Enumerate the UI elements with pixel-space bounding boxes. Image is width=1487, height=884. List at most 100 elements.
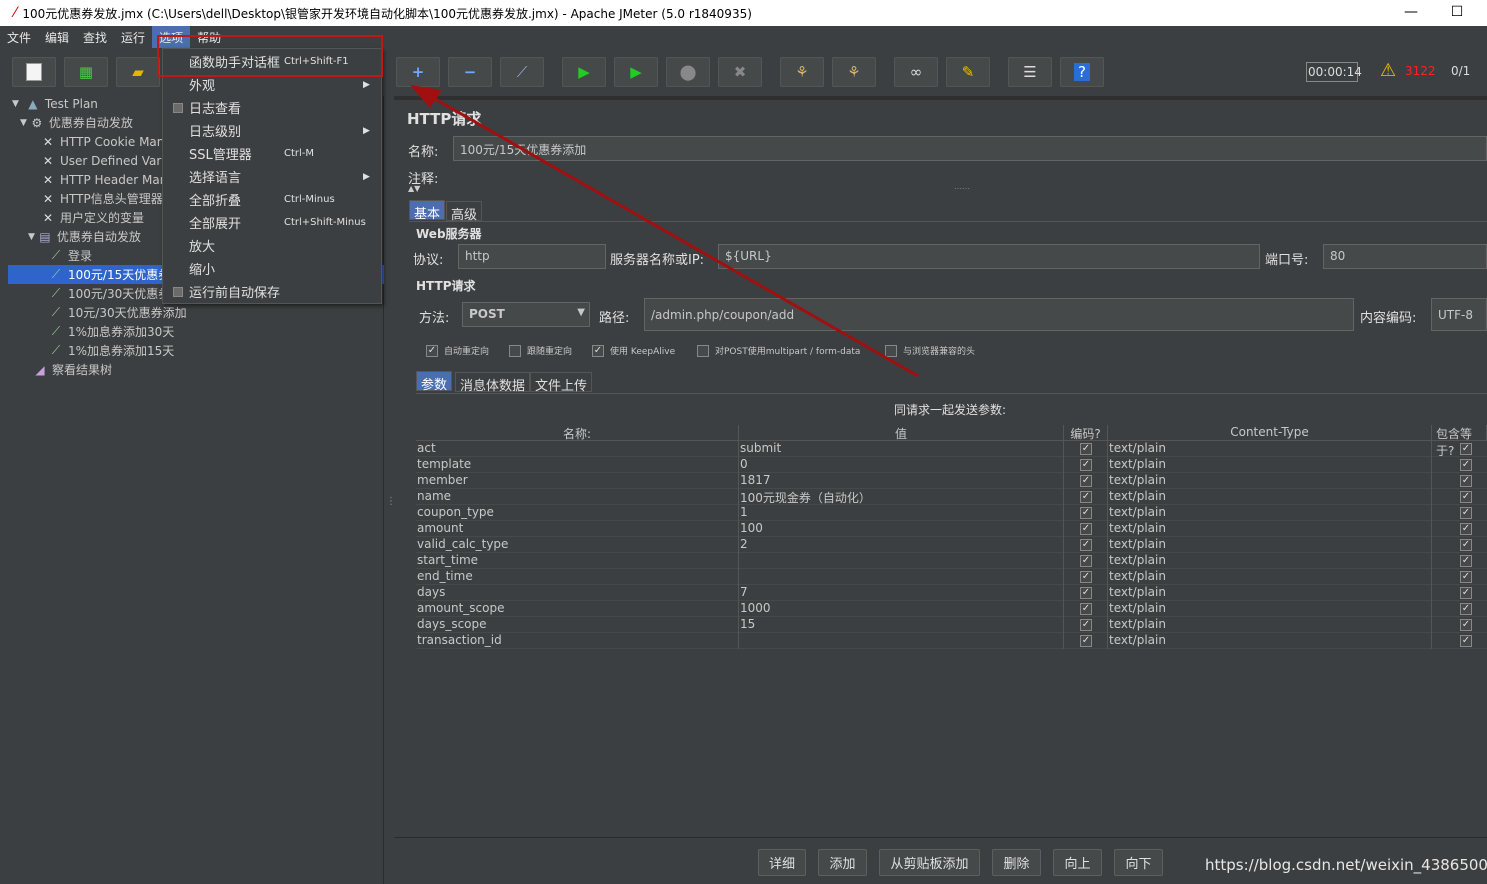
- include-equals-checkbox[interactable]: ✓: [1460, 443, 1472, 455]
- param-content-type[interactable]: text/plain: [1108, 537, 1432, 553]
- encode-checkbox[interactable]: ✓: [1080, 635, 1092, 647]
- param-value[interactable]: submit: [739, 441, 1064, 457]
- menu-search[interactable]: 查找: [76, 26, 114, 48]
- browser-headers-checkbox[interactable]: [885, 344, 897, 357]
- include-equals-checkbox[interactable]: ✓: [1460, 619, 1472, 631]
- help-button[interactable]: ?: [1060, 57, 1104, 87]
- param-name[interactable]: transaction_id: [416, 633, 739, 649]
- param-content-type[interactable]: text/plain: [1108, 473, 1432, 489]
- port-input[interactable]: 80: [1323, 244, 1487, 269]
- tree-node-login[interactable]: ⟋ 登录: [48, 246, 92, 265]
- multipart-checkbox[interactable]: [697, 344, 709, 357]
- stop-button[interactable]: ⬤: [666, 57, 710, 87]
- param-value[interactable]: [739, 569, 1064, 585]
- move-up-button[interactable]: 向上: [1053, 849, 1102, 876]
- param-name[interactable]: amount: [416, 521, 739, 537]
- param-content-type[interactable]: text/plain: [1108, 585, 1432, 601]
- tree-node-user-defined-vars[interactable]: ✕ User Defined Varia: [40, 151, 172, 170]
- tab-advanced[interactable]: 高级: [446, 201, 483, 223]
- auto-redirect-checkbox[interactable]: ✓: [426, 344, 438, 357]
- include-equals-checkbox[interactable]: ✓: [1460, 475, 1472, 487]
- menu-item-ssl-manager[interactable]: SSL管理器 Ctrl-M: [163, 142, 381, 165]
- warning-count[interactable]: 3122: [1405, 64, 1436, 78]
- tab-body-data[interactable]: 消息体数据: [455, 372, 531, 394]
- table-row[interactable]: amount_scope 1000 ✓ text/plain ✓: [416, 601, 1487, 617]
- include-equals-checkbox[interactable]: ✓: [1460, 539, 1472, 551]
- save-before-run-checkbox[interactable]: [173, 286, 183, 297]
- reset-search-button[interactable]: ✎: [946, 57, 990, 87]
- open-button[interactable]: ▰: [116, 57, 160, 87]
- table-row[interactable]: valid_calc_type 2 ✓ text/plain ✓: [416, 537, 1487, 553]
- param-value[interactable]: 100: [739, 521, 1064, 537]
- function-helper-button[interactable]: ☰: [1008, 57, 1052, 87]
- include-equals-checkbox[interactable]: ✓: [1460, 571, 1472, 583]
- table-row[interactable]: start_time ✓ text/plain ✓: [416, 553, 1487, 569]
- delete-button[interactable]: 删除: [992, 849, 1041, 876]
- table-row[interactable]: days_scope 15 ✓ text/plain ✓: [416, 617, 1487, 633]
- tree-node-results-tree[interactable]: ◢ 察看结果树: [32, 360, 112, 379]
- param-value[interactable]: 1: [739, 505, 1064, 521]
- table-row[interactable]: amount 100 ✓ text/plain ✓: [416, 521, 1487, 537]
- menu-item-zoom-out[interactable]: 缩小: [163, 257, 381, 280]
- param-name[interactable]: valid_calc_type: [416, 537, 739, 553]
- table-row[interactable]: member 1817 ✓ text/plain ✓: [416, 473, 1487, 489]
- param-content-type[interactable]: text/plain: [1108, 457, 1432, 473]
- param-value[interactable]: 15: [739, 617, 1064, 633]
- param-value[interactable]: 1817: [739, 473, 1064, 489]
- param-content-type[interactable]: text/plain: [1108, 617, 1432, 633]
- menu-edit[interactable]: 编辑: [38, 26, 76, 48]
- add-from-clipboard-button[interactable]: 从剪贴板添加: [879, 849, 980, 876]
- param-name[interactable]: end_time: [416, 569, 739, 585]
- option-keepalive[interactable]: ✓ 使用 KeepAlive: [592, 344, 675, 357]
- follow-redirect-checkbox[interactable]: [509, 344, 521, 357]
- encode-checkbox[interactable]: ✓: [1080, 443, 1092, 455]
- path-input[interactable]: /admin.php/coupon/add: [644, 298, 1354, 331]
- col-value[interactable]: 值: [739, 425, 1064, 441]
- encode-checkbox[interactable]: ✓: [1080, 571, 1092, 583]
- collapse-all-button[interactable]: −: [448, 57, 492, 87]
- tree-node-interest-30[interactable]: ⟋ 1%加息券添加30天: [48, 322, 175, 341]
- tree-node-http-header-manager[interactable]: ✕ HTTP信息头管理器: [40, 189, 163, 208]
- search-button[interactable]: ∞: [894, 57, 938, 87]
- encode-checkbox[interactable]: ✓: [1080, 555, 1092, 567]
- param-value[interactable]: 1000: [739, 601, 1064, 617]
- param-value[interactable]: 2: [739, 537, 1064, 553]
- encode-checkbox[interactable]: ✓: [1080, 539, 1092, 551]
- include-equals-checkbox[interactable]: ✓: [1460, 507, 1472, 519]
- encode-checkbox[interactable]: ✓: [1080, 603, 1092, 615]
- clear-all-button[interactable]: ⚘: [832, 57, 876, 87]
- col-content-type[interactable]: Content-Type: [1108, 425, 1432, 441]
- keepalive-checkbox[interactable]: ✓: [592, 344, 604, 357]
- encode-checkbox[interactable]: ✓: [1080, 507, 1092, 519]
- log-viewer-checkbox[interactable]: [173, 102, 183, 113]
- collapse-arrows-icon[interactable]: ▲▼: [408, 184, 420, 193]
- option-multipart[interactable]: 对POST使用multipart / form-data: [697, 344, 860, 357]
- col-encode[interactable]: 编码?: [1064, 425, 1108, 441]
- col-name[interactable]: 名称:: [416, 425, 739, 441]
- param-name[interactable]: start_time: [416, 553, 739, 569]
- encode-checkbox[interactable]: ✓: [1080, 619, 1092, 631]
- tree-node-thread-group[interactable]: ▼ ⚙ 优惠券自动发放: [20, 113, 133, 132]
- include-equals-checkbox[interactable]: ✓: [1460, 587, 1472, 599]
- include-equals-checkbox[interactable]: ✓: [1460, 459, 1472, 471]
- tab-file-upload[interactable]: 文件上传: [530, 372, 593, 394]
- toggle-button[interactable]: ⟋: [500, 57, 544, 87]
- menu-item-zoom-in[interactable]: 放大: [163, 234, 381, 257]
- divider-grip[interactable]: ⋯⋯: [954, 184, 970, 193]
- include-equals-checkbox[interactable]: ✓: [1460, 491, 1472, 503]
- table-row[interactable]: template 0 ✓ text/plain ✓: [416, 457, 1487, 473]
- protocol-input[interactable]: http: [458, 244, 606, 269]
- encode-checkbox[interactable]: ✓: [1080, 523, 1092, 535]
- tree-node-controller[interactable]: ▼ ▤ 优惠券自动发放: [28, 227, 141, 246]
- menu-item-choose-language[interactable]: 选择语言 ▶: [163, 165, 381, 188]
- templates-button[interactable]: ▦: [64, 57, 108, 87]
- include-equals-checkbox[interactable]: ✓: [1460, 603, 1472, 615]
- table-row[interactable]: act submit ✓ text/plain ✓: [416, 441, 1487, 457]
- expand-all-button[interactable]: +: [396, 57, 440, 87]
- maximize-button[interactable]: ☐: [1434, 0, 1480, 26]
- menu-item-save-before-run[interactable]: 运行前自动保存: [163, 280, 381, 303]
- param-content-type[interactable]: text/plain: [1108, 633, 1432, 649]
- encode-checkbox[interactable]: ✓: [1080, 491, 1092, 503]
- name-input[interactable]: 100元/15天优惠券添加: [453, 136, 1487, 161]
- detail-button[interactable]: 详细: [758, 849, 806, 876]
